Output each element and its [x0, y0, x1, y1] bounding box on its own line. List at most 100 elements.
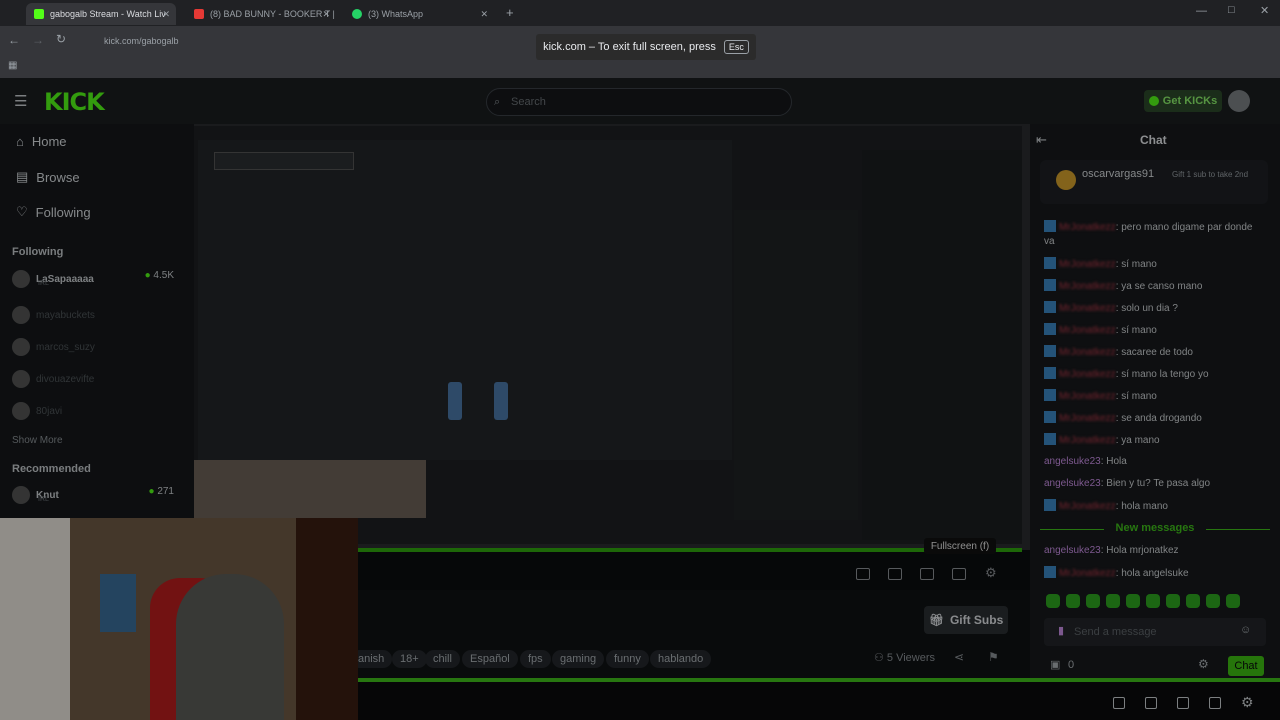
kicks-wallet-icon[interactable]: ▣ [1050, 658, 1060, 671]
following-channel[interactable]: LaSapaaaaa IRL ● 4.5K [12, 268, 182, 290]
chat-input[interactable]: Send a message [1044, 618, 1266, 646]
fullscreen-tooltip: Fullscreen (f) [924, 538, 996, 554]
stream-tag[interactable]: 18+ [392, 650, 427, 668]
emote-icon[interactable] [1186, 594, 1200, 608]
nav-following[interactable]: ♡ Following [16, 204, 91, 220]
chat-message: angelsuke23: Hola mrjonatkez [1044, 545, 1179, 556]
chat-message: MrJonatkezz: ya se canso mano [1044, 279, 1264, 294]
following-channel[interactable]: marcos_suzy [12, 336, 182, 358]
tab-title: gabogalb Stream - Watch Liv [50, 9, 166, 19]
get-kicks-label: Get KICKs [1162, 95, 1218, 107]
send-chat-button[interactable]: Chat [1228, 656, 1264, 676]
theater-mode-icon[interactable] [920, 568, 934, 580]
tab-youtube[interactable]: (8) BAD BUNNY - BOOKER T | E ✕ [186, 3, 336, 25]
user-avatar[interactable] [1228, 90, 1250, 112]
close-tab-icon[interactable]: ✕ [480, 9, 488, 20]
gift-subs-button[interactable]: 🎁︎ Gift Subs [924, 606, 1008, 634]
reload-icon[interactable]: ↻ [56, 32, 66, 46]
close-tab-icon[interactable]: ✕ [162, 9, 170, 20]
clip-icon[interactable] [888, 568, 902, 580]
nav-browse-label: Browse [36, 169, 80, 185]
user-badge-icon [1044, 389, 1056, 401]
following-channel[interactable]: 80javi [12, 400, 182, 422]
report-icon[interactable]: ⚑ [988, 650, 999, 664]
chat-settings-gear-icon[interactable]: ⚙ [1198, 657, 1209, 671]
stream-tag[interactable]: funny [606, 650, 649, 668]
mic-icon[interactable]: ▮ [1058, 624, 1064, 637]
emoji-picker-icon[interactable]: ☺ [1240, 624, 1251, 636]
new-messages-divider[interactable]: New messages [1040, 522, 1270, 534]
fullscreen-notice: kick.com – To exit full screen, press Es… [536, 34, 756, 60]
nav-browse[interactable]: ▤ Browse [16, 169, 80, 185]
show-more-link[interactable]: Show More [12, 435, 63, 446]
chat-message: MrJonatkezz: se anda drogando [1044, 411, 1264, 426]
fullscreen-icon[interactable] [1209, 697, 1221, 709]
gift-subs-label: Gift Subs [949, 613, 1004, 627]
forward-icon[interactable]: → [32, 33, 44, 47]
close-tab-icon[interactable]: ✕ [322, 9, 330, 20]
miniplayer-icon[interactable] [1113, 697, 1125, 709]
emote-icon[interactable] [1106, 594, 1120, 608]
user-badge-icon [1044, 345, 1056, 357]
share-icon[interactable]: ⋖ [954, 650, 964, 664]
miniplayer-icon[interactable] [856, 568, 870, 580]
emote-icon[interactable] [1146, 594, 1160, 608]
video-progress-bar[interactable] [358, 548, 1022, 552]
following-channel[interactable]: divouazevifte [12, 368, 182, 390]
close-window-icon[interactable]: ✕ [1260, 4, 1269, 17]
settings-gear-icon[interactable]: ⚙ [1241, 694, 1254, 711]
channel-name: 80javi [36, 405, 63, 417]
following-header: Following [12, 246, 64, 258]
get-kicks-button[interactable]: Get KICKs [1144, 90, 1222, 112]
channel-avatar [12, 402, 30, 420]
captured-webcam [194, 460, 426, 518]
fullscreen-icon[interactable] [952, 568, 966, 580]
captured-slider [494, 382, 508, 420]
user-badge-icon [1044, 257, 1056, 269]
tab-whatsapp[interactable]: (3) WhatsApp ✕ [344, 3, 494, 25]
stream-tag[interactable]: fps [520, 650, 551, 668]
viewer-count: ● 4.5K [144, 270, 174, 281]
back-icon[interactable]: ← [8, 33, 20, 47]
stream-tag[interactable]: gaming [552, 650, 605, 668]
kick-logo[interactable]: KICK [44, 88, 105, 116]
nav-home[interactable]: ⌂ Home [16, 134, 67, 149]
hamburger-menu-icon[interactable]: ☰ [14, 92, 27, 110]
channel-category: IRL [38, 496, 49, 503]
emote-icon[interactable] [1206, 594, 1220, 608]
kicks-coin-icon [1148, 96, 1159, 106]
stream-tag[interactable]: Español [462, 650, 518, 668]
kicks-count: 0 [1068, 659, 1075, 671]
emote-icon[interactable] [1226, 594, 1240, 608]
youtube-favicon-icon [194, 9, 204, 19]
restore-icon[interactable]: □ [1228, 4, 1235, 16]
stream-tag[interactable]: chill [425, 650, 460, 668]
search-input[interactable]: Search [486, 88, 792, 116]
channel-name: divouazevifte [36, 373, 95, 385]
new-tab-icon[interactable]: + [506, 5, 514, 20]
chat-message: MrJonatkezz: sí mano [1044, 389, 1264, 404]
settings-gear-icon[interactable]: ⚙ [985, 565, 997, 581]
emote-icon[interactable] [1086, 594, 1100, 608]
collapse-chat-icon[interactable]: ⇤ [1036, 132, 1047, 148]
apps-grid-icon[interactable]: ▦ [8, 60, 17, 71]
pinned-gift-banner[interactable]: oscarvargas91 Gift 1 sub to take 2nd [1040, 160, 1268, 204]
minimize-icon[interactable]: — [1196, 5, 1207, 17]
tab-kick[interactable]: gabogalb Stream - Watch Liv ✕ [26, 3, 176, 25]
emote-icon[interactable] [1126, 594, 1140, 608]
emote-icon[interactable] [1066, 594, 1080, 608]
clip-icon[interactable] [1145, 697, 1157, 709]
overlay-player-controls [358, 682, 1280, 720]
emote-icon[interactable] [1046, 594, 1060, 608]
stream-tag[interactable]: hablando [650, 650, 712, 668]
following-channel[interactable]: mayabuckets [12, 304, 182, 326]
emote-icon[interactable] [1166, 594, 1180, 608]
chat-message: angelsuke23: Hola [1044, 456, 1127, 467]
chat-message: MrJonatkezz: pero mano digame par donde … [1044, 220, 1253, 247]
theater-mode-icon[interactable] [1177, 697, 1189, 709]
captured-audio-settings [198, 140, 732, 460]
user-badge-icon [1044, 499, 1056, 511]
viewer-count-label: ⚇ 5 Viewers [874, 652, 936, 664]
recommended-channel[interactable]: Knut IRL ● 271 [12, 484, 182, 506]
chat-message: MrJonatkezz: hola mano [1044, 499, 1264, 514]
